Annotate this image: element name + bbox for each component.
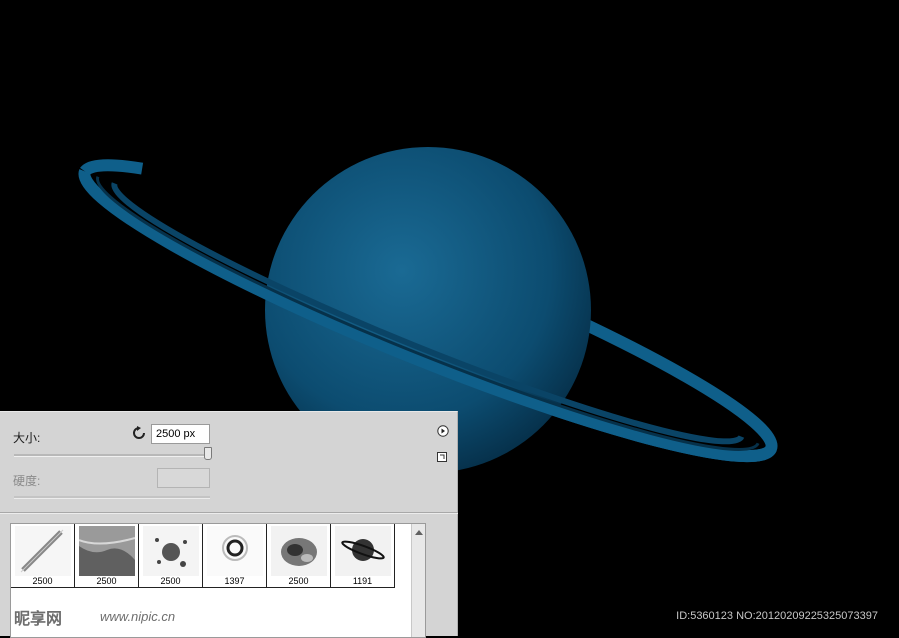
brush-preset-tile[interactable]: 2500 bbox=[267, 524, 331, 588]
ring-brush-icon bbox=[207, 526, 263, 576]
brush-preset-tile[interactable]: 1397 bbox=[203, 524, 267, 588]
new-preset-icon[interactable] bbox=[437, 452, 447, 462]
brush-preset-tile[interactable]: 2500 bbox=[139, 524, 203, 588]
brush-size-label: 1397 bbox=[224, 576, 245, 586]
planet-brush-icon bbox=[335, 526, 391, 576]
reset-size-icon[interactable] bbox=[132, 426, 146, 440]
brush-preset-tile[interactable]: 2500 bbox=[11, 524, 75, 588]
size-input[interactable] bbox=[151, 424, 210, 444]
brush-size-label: 2500 bbox=[160, 576, 181, 586]
panel-menu-icon[interactable] bbox=[437, 425, 449, 437]
brush-size-label: 2500 bbox=[96, 576, 117, 586]
watermark-logo: 昵享网 bbox=[14, 611, 63, 628]
hardness-input[interactable] bbox=[157, 468, 210, 488]
texture-brush-icon bbox=[79, 526, 135, 576]
hardness-slider[interactable] bbox=[14, 496, 210, 499]
scroll-up-icon[interactable] bbox=[415, 530, 423, 535]
panel-divider bbox=[0, 512, 458, 514]
hardness-label: 硬度: bbox=[13, 474, 41, 488]
size-label: 大小: bbox=[13, 431, 41, 445]
brush-list-scrollbar[interactable] bbox=[411, 524, 425, 637]
nebula-brush-icon bbox=[271, 526, 327, 576]
size-slider-thumb[interactable] bbox=[204, 447, 212, 460]
streak-brush-icon bbox=[15, 526, 71, 576]
brush-preset-tile[interactable]: 2500 bbox=[75, 524, 139, 588]
brush-size-label: 1191 bbox=[352, 576, 373, 586]
watermark-site: www.nipic.cn bbox=[100, 609, 176, 624]
brush-preset-panel: 大小: 硬度: 2500 bbox=[0, 411, 458, 638]
brush-size-label: 2500 bbox=[32, 576, 53, 586]
brush-preset-list: 2500 2500 2500 1397 2500 1191 bbox=[10, 523, 426, 638]
splatter-brush-icon bbox=[143, 526, 199, 576]
brush-preset-tile[interactable]: 1191 bbox=[331, 524, 395, 588]
image-id-label: ID:5360123 NO:20120209225325073397 bbox=[676, 610, 878, 622]
size-slider[interactable] bbox=[14, 454, 210, 457]
brush-size-label: 2500 bbox=[288, 576, 309, 586]
